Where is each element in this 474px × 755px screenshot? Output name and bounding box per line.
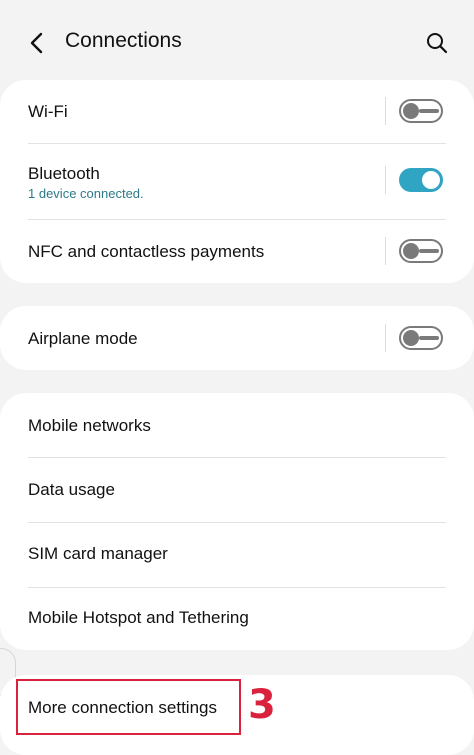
step-number-label: 3: [248, 682, 276, 728]
row-separator: [385, 97, 386, 125]
highlight-box: [16, 679, 241, 735]
row-separator: [385, 237, 386, 265]
mobile-networks-label: Mobile networks: [28, 416, 151, 435]
app-header: Connections: [0, 0, 474, 78]
airplane-mode-row[interactable]: Airplane mode: [0, 306, 474, 370]
row-separator: [385, 166, 386, 194]
nfc-toggle[interactable]: [399, 239, 443, 263]
bluetooth-status: 1 device connected.: [28, 186, 144, 201]
search-button[interactable]: [422, 28, 452, 58]
nfc-label: NFC and contactless payments: [28, 242, 265, 261]
toggle-knob: [403, 243, 419, 259]
back-button[interactable]: [22, 28, 52, 58]
mobile-networks-row[interactable]: Mobile networks: [0, 393, 474, 457]
airplane-mode-toggle[interactable]: [399, 326, 443, 350]
airplane-card: Airplane mode: [0, 306, 474, 370]
toggle-knob: [422, 171, 440, 189]
airplane-mode-label: Airplane mode: [28, 329, 138, 348]
bluetooth-toggle[interactable]: [399, 168, 443, 192]
wifi-row[interactable]: Wi-Fi: [0, 80, 474, 143]
data-usage-row[interactable]: Data usage: [0, 458, 474, 522]
toggle-knob: [403, 330, 419, 346]
sim-card-manager-label: SIM card manager: [28, 544, 168, 563]
data-usage-label: Data usage: [28, 480, 115, 499]
row-separator: [385, 324, 386, 352]
wifi-label: Wi-Fi: [28, 102, 68, 121]
hotspot-tethering-row[interactable]: Mobile Hotspot and Tethering: [0, 588, 474, 650]
wireless-settings-card: Wi-Fi Bluetooth 1 device connected. NFC …: [0, 80, 474, 283]
sim-card-manager-row[interactable]: SIM card manager: [0, 523, 474, 587]
nfc-row[interactable]: NFC and contactless payments: [0, 220, 474, 283]
search-icon: [427, 33, 448, 54]
page-title: Connections: [65, 29, 182, 52]
wifi-toggle[interactable]: [399, 99, 443, 123]
toggle-knob: [403, 103, 419, 119]
network-settings-card: Mobile networks Data usage SIM card mana…: [0, 393, 474, 650]
hotspot-tethering-label: Mobile Hotspot and Tethering: [28, 608, 249, 627]
bluetooth-label: Bluetooth: [28, 164, 100, 183]
bluetooth-row[interactable]: Bluetooth 1 device connected.: [0, 144, 474, 218]
chevron-left-icon: [30, 32, 43, 54]
